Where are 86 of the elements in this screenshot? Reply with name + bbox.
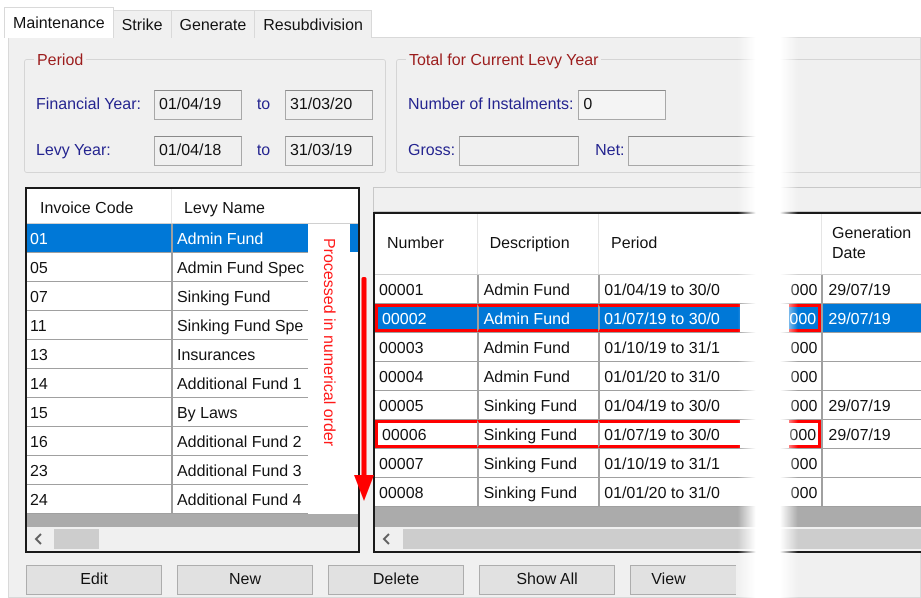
- table-cell[interactable]: 24: [27, 485, 171, 513]
- table-cell[interactable]: 00005: [375, 391, 477, 419]
- table-cell[interactable]: 01/10/19 to 31/1: [598, 449, 740, 477]
- to-label: to: [256, 95, 272, 115]
- table-cell[interactable]: 07: [27, 282, 171, 310]
- table-cell[interactable]: Sinking Fund: [476, 449, 598, 477]
- table-cell[interactable]: 00004: [375, 362, 477, 390]
- date-field[interactable]: 31/03/20: [285, 90, 373, 120]
- table-cell[interactable]: 05: [27, 253, 171, 281]
- table-cell[interactable]: 000: [789, 449, 822, 477]
- table-cell[interactable]: 00003: [375, 333, 477, 361]
- column-header[interactable]: Invoice Code: [27, 189, 171, 223]
- table-cell[interactable]: 29/07/19: [821, 420, 921, 448]
- field-label: Net:: [595, 141, 624, 161]
- table-cell[interactable]: Additional Fund 1: [171, 369, 308, 397]
- column-header[interactable]: Description: [476, 214, 598, 274]
- table-cell[interactable]: Admin Fund: [476, 304, 598, 332]
- table-cell[interactable]: 000: [789, 391, 822, 419]
- table-cell[interactable]: Admin Fund Spec: [171, 253, 308, 281]
- instalments-field[interactable]: 0: [578, 90, 666, 120]
- scrollbar-thumb[interactable]: [54, 529, 99, 549]
- action-button[interactable]: Edit: [26, 565, 162, 595]
- table-cell[interactable]: Admin Fund: [476, 333, 598, 361]
- table-cell[interactable]: 000: [789, 304, 822, 332]
- gross-field[interactable]: [459, 136, 580, 166]
- table-cell[interactable]: 00006: [375, 420, 477, 448]
- table-cell[interactable]: 01: [27, 224, 171, 252]
- table-cell[interactable]: 000: [789, 275, 822, 303]
- table-cell[interactable]: 00002: [375, 304, 477, 332]
- annotation-text: Processed in numerical order: [319, 238, 338, 448]
- table-cell[interactable]: 000: [789, 420, 822, 448]
- action-button[interactable]: Delete: [328, 565, 464, 595]
- table-cell[interactable]: 00008: [375, 478, 477, 506]
- selection-stripe: [350, 224, 358, 252]
- scroll-left-icon[interactable]: [382, 533, 390, 545]
- date-field[interactable]: 01/04/19: [154, 90, 242, 120]
- table-cell[interactable]: 14: [27, 369, 171, 397]
- table-cell[interactable]: 13: [27, 340, 171, 368]
- column-header[interactable]: Period: [598, 214, 821, 274]
- table-cell[interactable]: Admin Fund: [171, 224, 308, 252]
- horizontal-scrollbar[interactable]: [27, 527, 358, 551]
- tab[interactable]: Resubdivision: [254, 10, 372, 38]
- tab[interactable]: Maintenance: [4, 7, 114, 38]
- date-field[interactable]: 01/04/18: [154, 136, 242, 166]
- table-cell[interactable]: 00007: [375, 449, 477, 477]
- table-cell[interactable]: 01/07/19 to 30/0: [598, 420, 740, 448]
- action-button[interactable]: Show All: [479, 565, 615, 595]
- table-cell[interactable]: Admin Fund: [476, 362, 598, 390]
- table-cell[interactable]: Additional Fund 2: [171, 427, 308, 455]
- to-label: to: [256, 141, 272, 161]
- table-cell[interactable]: 23: [27, 456, 171, 484]
- table-cell[interactable]: By Laws: [171, 398, 308, 426]
- column-header[interactable]: Number: [375, 214, 477, 274]
- action-button[interactable]: View: [630, 565, 736, 595]
- table-cell[interactable]: 000: [789, 478, 822, 506]
- field-label: Number of Instalments:: [408, 95, 574, 115]
- horizontal-scrollbar[interactable]: [375, 527, 921, 551]
- table-cell[interactable]: 000: [789, 333, 822, 361]
- field-label: Financial Year:: [36, 95, 142, 115]
- tab[interactable]: Strike: [112, 10, 172, 38]
- table-cell[interactable]: 01/04/19 to 30/0: [598, 391, 740, 419]
- table-cell[interactable]: Sinking Fund: [476, 391, 598, 419]
- scroll-left-icon[interactable]: [34, 533, 42, 545]
- table-cell[interactable]: 29/07/19: [821, 391, 921, 419]
- table-cell[interactable]: Sinking Fund: [171, 282, 308, 310]
- table-cell[interactable]: 00001: [375, 275, 477, 303]
- action-button[interactable]: New: [177, 565, 313, 595]
- table-cell[interactable]: 01/01/20 to 31/0: [598, 362, 740, 390]
- table-cell[interactable]: 01/07/19 to 30/0: [598, 304, 740, 332]
- column-header[interactable]: Levy Name: [171, 189, 308, 223]
- table-cell[interactable]: Insurances: [171, 340, 308, 368]
- table-cell[interactable]: Additional Fund 3: [171, 456, 308, 484]
- table-cell[interactable]: Sinking Fund Spe: [171, 311, 308, 339]
- scrollbar-thumb[interactable]: [403, 529, 921, 549]
- tab[interactable]: Generate: [170, 10, 256, 38]
- field-label: Gross:: [408, 141, 456, 161]
- table-cell[interactable]: 15: [27, 398, 171, 426]
- table-cell[interactable]: 11: [27, 311, 171, 339]
- table-cell[interactable]: Sinking Fund: [476, 420, 598, 448]
- column-header[interactable]: Generation Date: [821, 214, 921, 274]
- table-cell[interactable]: 000: [789, 362, 822, 390]
- table-cell[interactable]: 29/07/19: [821, 304, 921, 332]
- table-cell[interactable]: 01/10/19 to 31/1: [598, 333, 740, 361]
- date-field[interactable]: 31/03/19: [285, 136, 373, 166]
- field-label: Levy Year:: [36, 141, 112, 161]
- table-cell[interactable]: 16: [27, 427, 171, 455]
